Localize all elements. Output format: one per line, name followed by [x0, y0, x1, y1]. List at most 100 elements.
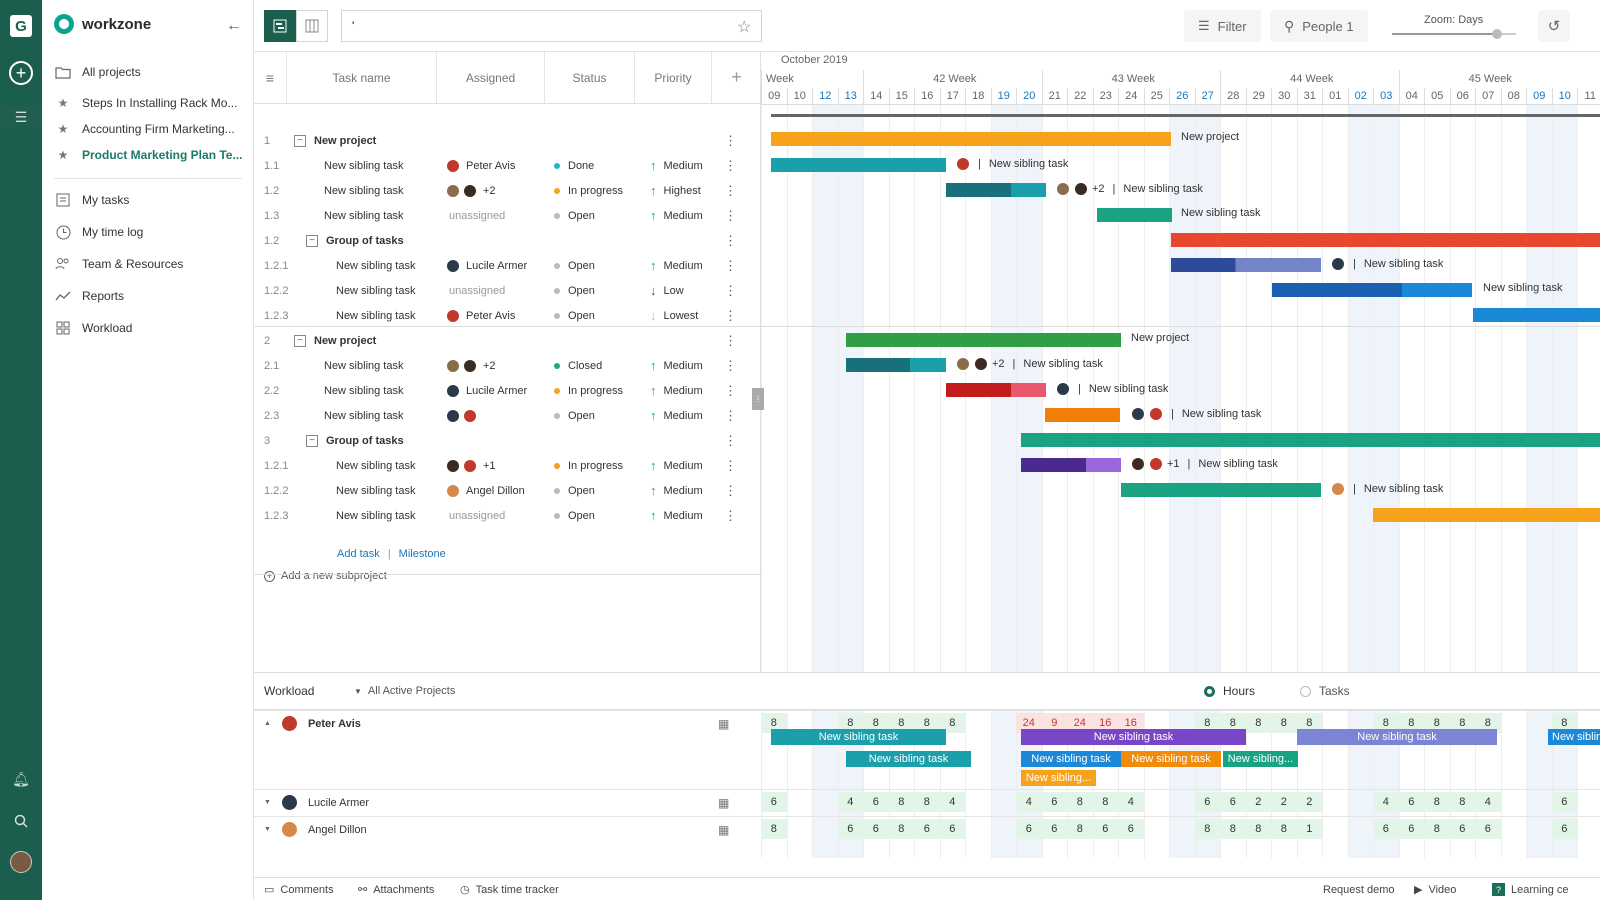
add-subproject-button[interactable]: + Add a new subproject — [264, 570, 387, 582]
workload-task-bar[interactable]: New sibling task — [1021, 751, 1121, 767]
task-row[interactable]: 2.1 New sibling task +2 Closed ↑ Medium ⋮ — [254, 353, 761, 378]
task-row[interactable]: 1.2.2 New sibling task unassigned Open ↓ Low ⋮ — [254, 278, 761, 303]
workload-task-bar[interactable]: New sibling... — [1223, 751, 1298, 767]
task-bar[interactable] — [846, 358, 946, 372]
assignee[interactable]: Lucile Armer — [446, 253, 527, 278]
priority-badge[interactable]: ↑ Medium — [650, 253, 703, 278]
header-task-name[interactable]: Task name — [287, 52, 437, 104]
starred-project-1[interactable]: ★ Steps In Installing Rack Mo... — [54, 96, 238, 110]
header-assigned[interactable]: Assigned — [437, 52, 545, 104]
row-menu-icon[interactable]: ⋮ — [724, 328, 737, 353]
people-button[interactable]: ⚲ People 1 — [1270, 10, 1368, 42]
priority-badge[interactable]: ↑ Medium — [650, 153, 703, 178]
priority-badge[interactable]: ↑ Medium — [650, 203, 703, 228]
group-summary-bar[interactable] — [1171, 233, 1600, 247]
status-badge[interactable]: Open — [554, 278, 595, 303]
person-header[interactable]: ▼ Angel Dillon — [264, 821, 367, 838]
project-row[interactable]: 2 − New project ⋮ — [254, 328, 761, 353]
status-badge[interactable]: Open — [554, 253, 595, 278]
collapse-icon[interactable]: − — [294, 134, 306, 147]
app-logo-button[interactable]: G — [0, 12, 42, 40]
collapse-icon[interactable]: − — [306, 234, 318, 247]
workload-task-bar[interactable]: New sibling task — [771, 729, 946, 745]
row-menu-icon[interactable]: ⋮ — [724, 228, 737, 253]
sidebar-item-my-tasks[interactable]: My tasks — [54, 192, 129, 208]
task-row[interactable]: 1.2.3 New sibling task Peter Avis Open ↓ Lowe… — [254, 303, 761, 328]
row-menu-icon[interactable]: ⋮ — [724, 353, 737, 378]
filter-button[interactable]: ☰ Filter — [1184, 10, 1261, 42]
task-bar[interactable] — [1121, 483, 1321, 497]
assignee[interactable]: Peter Avis — [446, 153, 515, 178]
sidebar-item-my-time-log[interactable]: My time log — [54, 224, 143, 240]
priority-badge[interactable]: ↑ Medium — [650, 403, 703, 428]
task-bar[interactable] — [1473, 308, 1600, 322]
assignee[interactable]: +2 — [446, 178, 496, 203]
add-column-button[interactable]: + — [712, 52, 761, 104]
status-badge[interactable]: Open — [554, 503, 595, 528]
task-row[interactable]: 1.2.1 New sibling task Lucile Armer Open ↑ Me… — [254, 253, 761, 278]
request-demo-link[interactable]: Request demo — [1323, 878, 1395, 900]
row-menu-icon[interactable]: ⋮ — [724, 203, 737, 228]
priority-badge[interactable]: ↑ Medium — [650, 478, 703, 503]
user-avatar-button[interactable] — [0, 850, 42, 874]
project-summary-bar-1[interactable] — [771, 132, 1171, 146]
person-header[interactable]: ▼ Lucile Armer — [264, 794, 369, 811]
row-menu-icon[interactable]: ⋮ — [724, 278, 737, 303]
row-menu-icon[interactable]: ⋮ — [724, 403, 737, 428]
collapse-icon[interactable]: − — [306, 434, 318, 447]
task-bar[interactable] — [946, 183, 1046, 197]
back-arrow-icon[interactable]: ← — [224, 16, 244, 36]
history-button[interactable]: ↺ — [1538, 10, 1570, 42]
priority-badge[interactable]: ↑ Highest — [650, 178, 701, 203]
row-menu-icon[interactable]: ⋮ — [724, 378, 737, 403]
zoom-slider-handle[interactable] — [1492, 29, 1503, 39]
status-badge[interactable]: Open — [554, 478, 595, 503]
header-priority[interactable]: Priority — [635, 52, 712, 104]
row-menu-icon[interactable]: ⋮ — [724, 178, 737, 203]
task-row[interactable]: 1.1 New sibling task Peter Avis Done ↑ Medium… — [254, 153, 761, 178]
status-badge[interactable]: Done — [554, 153, 594, 178]
sidebar-item-all-projects[interactable]: All projects — [54, 64, 141, 80]
sidebar-item-team-resources[interactable]: Team & Resources — [54, 256, 183, 272]
workload-task-bar[interactable]: New sibling task — [1121, 751, 1221, 767]
chevron-down-icon[interactable]: ▼ — [264, 826, 271, 833]
workload-task-bar[interactable]: New sibling task — [1548, 729, 1600, 745]
add-button[interactable]: + — [0, 60, 42, 86]
mode-tasks-radio[interactable]: Tasks — [1300, 673, 1350, 709]
chevron-up-icon[interactable]: ▲ — [264, 720, 271, 727]
row-menu-icon[interactable]: ⋮ — [724, 503, 737, 528]
collapse-icon[interactable]: − — [294, 334, 306, 347]
assignee[interactable]: Peter Avis — [446, 303, 515, 328]
search-button[interactable] — [0, 810, 42, 832]
video-button[interactable]: ▶ Video — [1414, 878, 1456, 900]
priority-badge[interactable]: ↑ Medium — [650, 453, 703, 478]
task-bar[interactable] — [1171, 258, 1321, 272]
chevron-down-icon[interactable]: ▼ — [264, 799, 271, 806]
brand[interactable]: workzone — [54, 14, 151, 34]
task-bar[interactable] — [1021, 458, 1121, 472]
group-row[interactable]: 1.2 − Group of tasks ⋮ — [254, 228, 761, 253]
comments-button[interactable]: ▭ Comments — [264, 878, 334, 900]
calendar-icon[interactable]: ▦ — [718, 796, 729, 810]
task-bar[interactable] — [1272, 283, 1472, 297]
row-menu-icon[interactable]: ⋮ — [724, 453, 737, 478]
calendar-icon[interactable]: ▦ — [718, 823, 729, 837]
calendar-icon[interactable]: ▦ — [718, 717, 729, 731]
starred-project-2[interactable]: ★ Accounting Firm Marketing... — [54, 122, 235, 136]
zoom-slider-track[interactable] — [1392, 29, 1516, 39]
milestone-link[interactable]: Milestone — [399, 548, 446, 560]
header-status[interactable]: Status — [545, 52, 635, 104]
status-badge[interactable]: Open — [554, 403, 595, 428]
task-bar[interactable] — [1045, 408, 1120, 422]
sidebar-item-workload[interactable]: Workload — [54, 320, 132, 336]
status-badge[interactable]: Open — [554, 203, 595, 228]
time-tracker-button[interactable]: ◷ Task time tracker — [460, 878, 559, 900]
workload-task-bar[interactable]: New sibling task — [846, 751, 971, 767]
assignee[interactable]: unassigned — [446, 278, 505, 303]
row-menu-icon[interactable]: ⋮ — [724, 478, 737, 503]
task-row[interactable]: 1.2 New sibling task +2 In progress ↑ Highest… — [254, 178, 761, 203]
sidebar-item-reports[interactable]: Reports — [54, 288, 124, 304]
columns-menu-button[interactable]: ≡ — [254, 52, 287, 104]
task-row[interactable]: 1.2.1 New sibling task +1 In progress ↑ Mediu… — [254, 453, 761, 478]
priority-badge[interactable]: ↑ Medium — [650, 353, 703, 378]
